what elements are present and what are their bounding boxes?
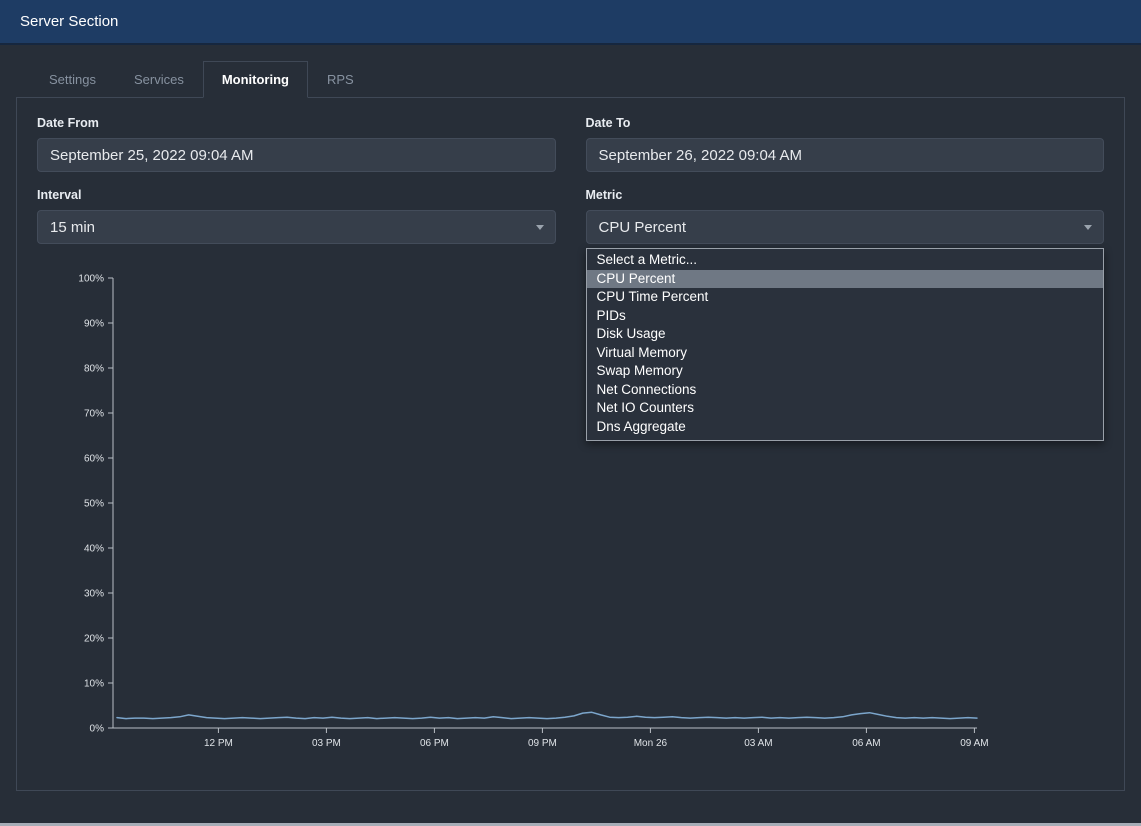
interval-field-group: Interval 15 min: [37, 188, 556, 244]
tab-settings[interactable]: Settings: [30, 61, 115, 98]
tab-monitoring[interactable]: Monitoring: [203, 61, 308, 98]
date-to-label: Date To: [586, 116, 1105, 130]
metric-label: Metric: [586, 188, 1105, 202]
metric-selected-value: CPU Percent: [599, 219, 687, 236]
metric-option[interactable]: Disk Usage: [587, 325, 1104, 344]
metric-option[interactable]: CPU Time Percent: [587, 288, 1104, 307]
metric-option[interactable]: PIDs: [587, 307, 1104, 326]
svg-text:80%: 80%: [84, 364, 104, 375]
page-title: Server Section: [20, 13, 118, 30]
svg-text:100%: 100%: [78, 274, 104, 285]
interval-select[interactable]: 15 min: [37, 210, 556, 244]
date-to-input[interactable]: [586, 138, 1105, 172]
metric-select[interactable]: CPU Percent: [586, 210, 1105, 244]
date-to-field-group: Date To: [586, 116, 1105, 172]
metric-option[interactable]: Virtual Memory: [587, 344, 1104, 363]
svg-text:10%: 10%: [84, 679, 104, 690]
svg-text:03 AM: 03 AM: [744, 738, 772, 749]
svg-text:20%: 20%: [84, 634, 104, 645]
svg-text:0%: 0%: [90, 724, 105, 735]
svg-text:09 PM: 09 PM: [528, 738, 557, 749]
metric-select-wrap: CPU Percent Select a Metric...CPU Percen…: [586, 210, 1105, 244]
svg-text:Mon 26: Mon 26: [634, 738, 668, 749]
metric-dropdown-list[interactable]: Select a Metric...CPU PercentCPU Time Pe…: [586, 248, 1105, 441]
interval-selected-value: 15 min: [50, 219, 95, 236]
svg-text:03 PM: 03 PM: [312, 738, 341, 749]
svg-text:30%: 30%: [84, 589, 104, 600]
svg-text:12 PM: 12 PM: [204, 738, 233, 749]
svg-text:60%: 60%: [84, 454, 104, 465]
svg-text:06 AM: 06 AM: [852, 738, 880, 749]
app-header: Server Section: [0, 0, 1141, 45]
metric-option[interactable]: Dns Aggregate: [587, 418, 1104, 437]
interval-label: Interval: [37, 188, 556, 202]
date-from-label: Date From: [37, 116, 556, 130]
metric-option[interactable]: CPU Percent: [587, 270, 1104, 289]
filter-form: Date From Date To Interval 15 min Metric…: [37, 116, 1104, 244]
svg-text:70%: 70%: [84, 409, 104, 420]
monitoring-panel: Date From Date To Interval 15 min Metric…: [16, 97, 1125, 791]
metric-option[interactable]: Select a Metric...: [587, 251, 1104, 270]
metric-option[interactable]: Swap Memory: [587, 362, 1104, 381]
interval-select-wrap: 15 min: [37, 210, 556, 244]
tab-services[interactable]: Services: [115, 61, 203, 98]
metric-option[interactable]: Net IO Counters: [587, 399, 1104, 418]
svg-text:06 PM: 06 PM: [420, 738, 449, 749]
metric-option[interactable]: Net Connections: [587, 381, 1104, 400]
metric-field-group: Metric CPU Percent Select a Metric...CPU…: [586, 188, 1105, 244]
svg-text:90%: 90%: [84, 319, 104, 330]
tab-bar: Settings Services Monitoring RPS: [16, 61, 1125, 97]
svg-text:50%: 50%: [84, 499, 104, 510]
svg-text:40%: 40%: [84, 544, 104, 555]
svg-text:09 AM: 09 AM: [960, 738, 988, 749]
date-from-field-group: Date From: [37, 116, 556, 172]
tab-rps[interactable]: RPS: [308, 61, 373, 98]
date-from-input[interactable]: [37, 138, 556, 172]
